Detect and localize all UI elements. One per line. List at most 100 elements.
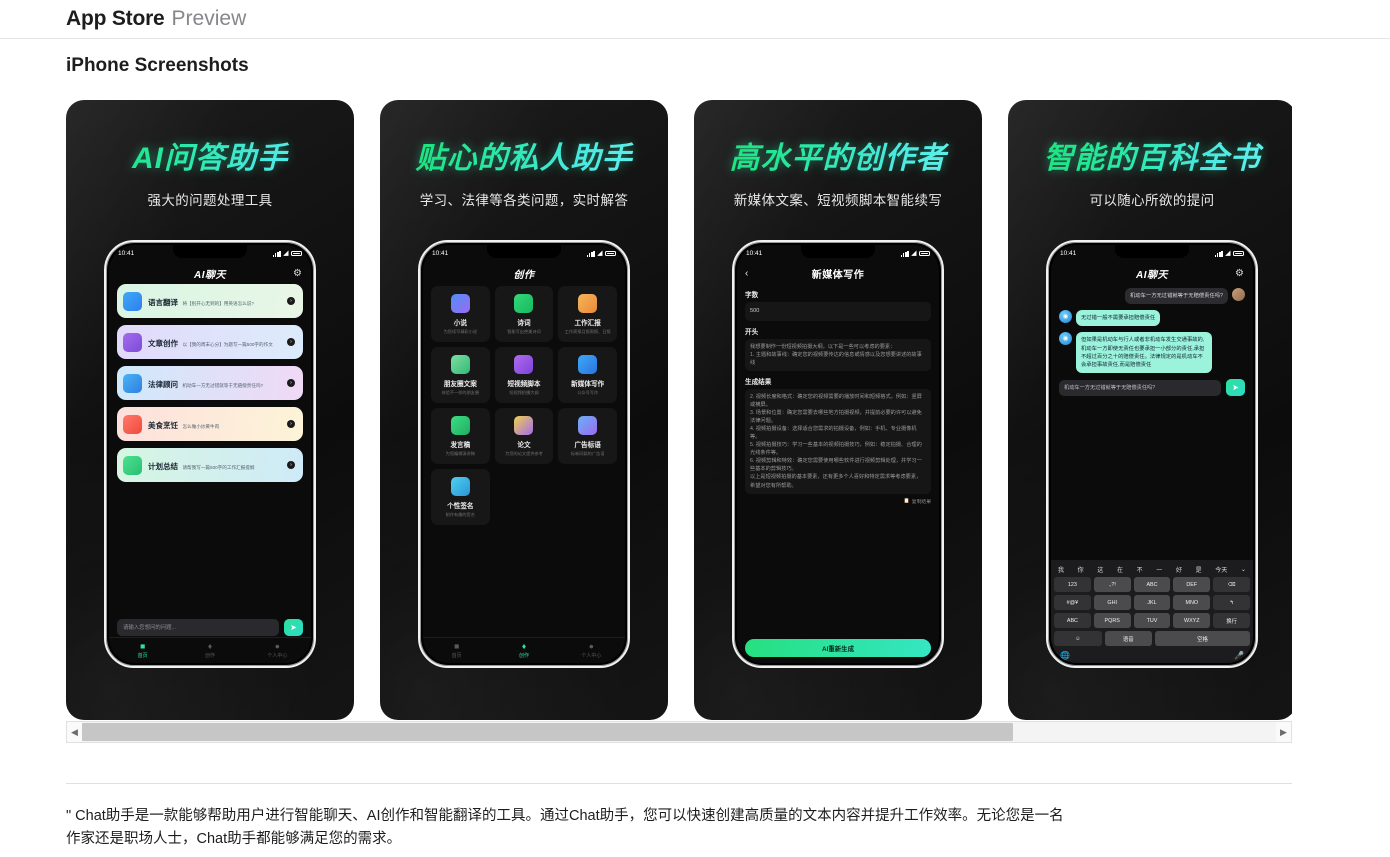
key-tuv[interactable]: TUV	[1133, 613, 1171, 628]
chevron-right-icon[interactable]: ›	[287, 461, 295, 469]
list-item[interactable]: 美食烹饪 怎么做小炒黄牛肉 ›	[117, 407, 303, 441]
scrollbar-thumb[interactable]	[82, 723, 1014, 741]
key-def[interactable]: DEF	[1173, 577, 1211, 592]
key-punct[interactable]: .,?!	[1093, 577, 1131, 592]
phone-mockup: 10:41 ◢ ‹ 新媒体写作 字数 500 开头 我想要制作一份短视频拍摄大纲…	[732, 240, 944, 668]
law-icon	[123, 373, 142, 393]
chevron-right-icon[interactable]: ›	[287, 420, 295, 428]
key-jkl[interactable]: JKL	[1133, 595, 1171, 610]
translate-icon	[123, 291, 142, 311]
grid-item[interactable]: 发言稿 为您编辑演讲稿	[431, 408, 490, 464]
tab-bar[interactable]: ■ 首页 ♦ 创作 ● 个人中心	[109, 637, 311, 663]
gear-icon[interactable]: ⚙	[1235, 268, 1244, 279]
signal-icon	[273, 250, 281, 257]
grid-item[interactable]: 论文 为您的论文提供参考	[494, 408, 554, 464]
tab-home[interactable]: ■ 首页	[423, 642, 490, 659]
key-abc[interactable]: ABC	[1133, 577, 1171, 592]
chevron-right-icon[interactable]: ›	[287, 379, 295, 387]
key-123[interactable]: 123	[1054, 577, 1091, 592]
key-wxyz[interactable]: WXYZ	[1173, 613, 1211, 628]
tab-profile[interactable]: ● 个人中心	[558, 642, 625, 659]
grid-item[interactable]: 新媒体写作 公众号写作	[558, 347, 617, 403]
message-input-bar[interactable]: 机动车一方无过错就等于无赔偿责任吗? ➤	[1059, 379, 1245, 397]
send-icon[interactable]: ➤	[284, 618, 303, 636]
backspace-icon[interactable]: ⌫	[1213, 577, 1250, 592]
suggestion-item[interactable]: 一	[1156, 565, 1162, 574]
panel-headline: 贴心的私人助手	[380, 133, 668, 177]
key-voice[interactable]: 语音	[1104, 631, 1152, 646]
signal-icon	[1215, 250, 1223, 257]
card-title: 语言翻译	[148, 298, 178, 307]
screenshot-panel-4[interactable]: 智能的百科全书 可以随心所欲的提问 10:41 ◢ AI聊天 ⚙ 机动车一方无过…	[1008, 100, 1292, 720]
gear-icon[interactable]: ⚙	[293, 268, 302, 279]
suggestion-item[interactable]: 今天	[1215, 565, 1227, 574]
screenshots-strip[interactable]: AI问答助手 强大的问题处理工具 10:41 ◢ AI聊天 ⚙ 语言翻译 将【别…	[66, 100, 1292, 720]
scroll-right-arrow[interactable]: ▶	[1276, 722, 1291, 742]
tab-bar[interactable]: ■ 首页 ♦ 创作 ● 个人中心	[423, 637, 625, 663]
chevron-right-icon[interactable]: ›	[287, 297, 295, 305]
list-item[interactable]: 文章创作 以【我的周末心分】为题写一篇500字的作文 ›	[117, 325, 303, 359]
grid-title: 新媒体写作	[571, 380, 605, 388]
screenshot-panel-2[interactable]: 贴心的私人助手 学习、法律等各类问题，实时解答 10:41 ◢ 创作 小说 为您…	[380, 100, 668, 720]
suggestion-item[interactable]: 在	[1117, 565, 1123, 574]
suggestion-item[interactable]: 好	[1176, 565, 1182, 574]
scrollbar-track[interactable]	[82, 722, 1276, 742]
chat-input[interactable]: 机动车一方无过错就等于无赔偿责任吗?	[1059, 379, 1221, 396]
suggestion-item[interactable]: 这	[1097, 565, 1103, 574]
grid-item[interactable]: 广告标语 标新同颖的广告语	[558, 408, 617, 464]
grid-item[interactable]: 个性签名 制作有趣的签名	[431, 469, 490, 525]
key-space[interactable]: 空格	[1155, 631, 1250, 646]
message-input-bar[interactable]: 请输入您想问的问题... ➤	[117, 617, 303, 637]
tab-create[interactable]: ♦ 创作	[490, 642, 557, 659]
grid-item[interactable]: 工作汇报 工作周报月报周报、日报	[558, 286, 617, 342]
suggestion-item[interactable]: 你	[1078, 565, 1084, 574]
virtual-keyboard[interactable]: 我 你 这 在 不 一 好 是 今天 ⌄ 123 .,?! ABC DEF ⌫ …	[1051, 560, 1253, 663]
regenerate-button[interactable]: AI重新生成	[745, 639, 931, 657]
screenshot-panel-1[interactable]: AI问答助手 强大的问题处理工具 10:41 ◢ AI聊天 ⚙ 语言翻译 将【别…	[66, 100, 354, 720]
grid-item[interactable]: 短视频脚本 短视频拍摄大纲	[494, 347, 554, 403]
emoji-icon[interactable]: ☺	[1054, 631, 1102, 646]
phone-screen: 10:41 ◢ 创作 小说 为您续写精彩小说 诗词 智能写出绝美诗词 工作汇报 …	[423, 245, 625, 663]
list-item[interactable]: 法律顾问 机动车一方无过错就等于无赔偿责任吗? ›	[117, 366, 303, 400]
tab-label: 个人中心	[581, 653, 602, 659]
word-count-input[interactable]: 500	[745, 302, 931, 321]
key-newline[interactable]: 换行	[1213, 613, 1250, 628]
tab-create[interactable]: ♦ 创作	[176, 642, 243, 659]
card-title: 计划总结	[148, 462, 178, 471]
suggestion-item[interactable]: 我	[1058, 565, 1064, 574]
suggestion-row[interactable]: 我 你 这 在 不 一 好 是 今天 ⌄	[1054, 563, 1250, 577]
microphone-icon[interactable]: 🎤	[1234, 651, 1244, 660]
return-icon[interactable]: ↰	[1213, 595, 1250, 610]
send-icon[interactable]: ➤	[1226, 379, 1245, 397]
copy-result-button[interactable]: 📋 复制结果	[745, 498, 931, 505]
chevron-down-icon[interactable]: ⌄	[1241, 566, 1246, 573]
writing-form: 字数 500 开头 我想要制作一份短视频拍摄大纲，以下是一些可以考虑的要素： 1…	[737, 284, 939, 663]
horizontal-scrollbar[interactable]: ◀ ▶	[66, 721, 1292, 743]
grid-desc: 公众号写作	[577, 389, 599, 395]
key-symbols[interactable]: #@¥	[1054, 595, 1091, 610]
key-abc-mode[interactable]: ABC	[1054, 613, 1091, 628]
tab-profile[interactable]: ● 个人中心	[244, 642, 311, 659]
screenshot-panel-3[interactable]: 高水平的创作者 新媒体文案、短视频脚本智能续写 10:41 ◢ ‹ 新媒体写作 …	[694, 100, 982, 720]
grid-item[interactable]: 诗词 智能写出绝美诗词	[494, 286, 554, 342]
grid-title: 短视频脚本	[507, 380, 541, 388]
grid-item[interactable]: 朋友圈文案 体验不一样的朋友圈	[431, 347, 490, 403]
suggestion-item[interactable]: 不	[1137, 565, 1143, 574]
grid-item[interactable]: 小说 为您续写精彩小说	[431, 286, 490, 342]
scroll-left-arrow[interactable]: ◀	[67, 722, 82, 742]
key-mno[interactable]: MNO	[1173, 595, 1211, 610]
key-ghi[interactable]: GHI	[1093, 595, 1131, 610]
list-item[interactable]: 语言翻译 将【别开心无到的】用英语怎么说? ›	[117, 284, 303, 318]
key-pqrs[interactable]: PQRS	[1093, 613, 1131, 628]
opening-textarea[interactable]: 我想要制作一份短视频拍摄大纲，以下是一些可以考虑的要素： 1. 主题和故事线：确…	[745, 338, 931, 371]
panel-subhead: 可以随心所欲的提问	[1089, 193, 1215, 208]
tab-home[interactable]: ■ 首页	[109, 642, 176, 659]
suggestion-item[interactable]: 是	[1196, 565, 1202, 574]
back-chevron-icon[interactable]: ‹	[745, 268, 748, 279]
battery-icon	[919, 250, 930, 257]
globe-icon[interactable]: 🌐	[1060, 651, 1070, 660]
list-item[interactable]: 计划总结 请帮我写一篇500字的工作汇报提纲 ›	[117, 448, 303, 482]
notch	[173, 245, 247, 258]
chevron-right-icon[interactable]: ›	[287, 338, 295, 346]
search-input[interactable]: 请输入您想问的问题...	[117, 618, 279, 636]
